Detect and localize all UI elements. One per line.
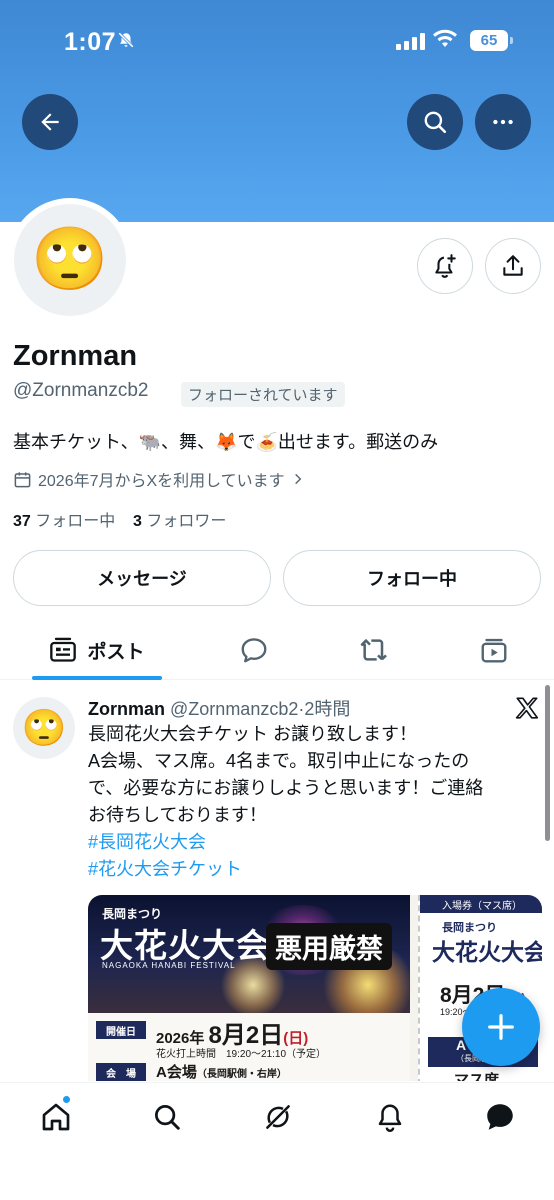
ticket-venue: A会場（長岡駅側・右岸） <box>156 1061 287 1081</box>
tab-posts[interactable]: ポスト <box>32 622 162 678</box>
video-icon <box>481 638 507 663</box>
ticket-venue-name: A会場 <box>156 1064 197 1081</box>
compose-button[interactable] <box>462 988 540 1066</box>
profile-handle: @Zornmanzcb2 <box>13 380 149 401</box>
follows-you-badge: フォローされています <box>181 382 345 407</box>
nav-notifications[interactable] <box>370 1097 410 1137</box>
repost-icon <box>360 638 387 661</box>
tab-reposts[interactable] <box>344 622 404 678</box>
nav-explore[interactable] <box>147 1097 187 1137</box>
active-tab-indicator <box>32 676 162 680</box>
wifi-icon <box>432 29 458 54</box>
notifications-subscribe-button[interactable] <box>417 238 473 294</box>
share-icon <box>503 255 523 276</box>
back-button[interactable] <box>22 94 78 150</box>
posts-icon <box>50 637 77 662</box>
following-count: 37 <box>13 513 31 530</box>
display-name: Zornman <box>13 340 138 372</box>
home-unread-dot <box>62 1095 71 1104</box>
battery-tip <box>510 37 513 44</box>
nav-grok[interactable] <box>258 1097 298 1137</box>
bell-plus-icon <box>435 254 456 278</box>
post-avatar[interactable]: 🙄 <box>13 697 75 759</box>
post-header: Zornman @Zornmanzcb2·2時間 <box>88 695 350 721</box>
watermark-label: 悪用厳禁 <box>266 923 392 970</box>
tab-media[interactable] <box>464 622 524 678</box>
post-text: 長岡花火大会チケット お譲り致します！ A会場、マス席。4名まで。取引中止になっ… <box>88 721 538 883</box>
bottom-nav <box>0 1082 554 1200</box>
ticket-venue-detail: （長岡駅側・右岸） <box>196 1069 287 1080</box>
stub-header: 入場券（マス席） <box>420 895 542 913</box>
cellular-signal-icon <box>396 32 425 50</box>
post-line: で、必要な方にお譲りしようと思います！ご連絡 <box>88 778 484 798</box>
chevron-right-icon <box>294 473 302 485</box>
joined-date[interactable]: 2026年7月からXを利用しています <box>13 467 305 491</box>
avatar: 🙄 <box>14 204 126 316</box>
hashtag-link[interactable]: #長岡花火大会 <box>88 829 538 856</box>
followers-link[interactable]: 3 フォロワー <box>133 513 226 530</box>
ticket-fireworks-photo: 長岡まつり 大花火大会 NAGAOKA HANABI FESTIVAL 悪用厳禁 <box>88 895 418 1025</box>
stub-seat: マス席 <box>454 1072 500 1081</box>
share-button[interactable] <box>485 238 541 294</box>
post-line: お待ちしております！ <box>88 805 267 825</box>
post-time: ·2時間 <box>298 699 351 719</box>
ticket-details: 開催日 2026年 8月2日(日) 花火打上時間 19:20～21:10（予定）… <box>88 1013 410 1081</box>
arrow-left-icon <box>41 113 59 131</box>
grok-icon <box>266 1105 290 1129</box>
followers-label: フォロワー <box>146 513 227 530</box>
nav-messages[interactable] <box>480 1097 520 1137</box>
more-button[interactable] <box>475 94 531 150</box>
following-label: フォロー中 <box>35 513 116 530</box>
ellipsis-icon <box>493 119 513 125</box>
following-link[interactable]: 37 フォロー中 <box>13 513 115 530</box>
profile-bio: 基本チケット、🐃、舞、🦊で🍝出せます。郵送のみ <box>13 432 439 452</box>
post-author-handle[interactable]: @Zornmanzcb2 <box>170 699 298 719</box>
plus-icon <box>488 1014 514 1040</box>
scroll-indicator[interactable] <box>545 685 550 841</box>
following-button[interactable]: フォロー中 <box>283 550 541 606</box>
profile-tabs: ポスト <box>0 622 554 680</box>
tab-replies[interactable] <box>224 622 284 678</box>
nav-home[interactable] <box>36 1097 76 1137</box>
reply-icon <box>241 638 267 663</box>
followers-count: 3 <box>133 513 142 530</box>
home-icon <box>42 1103 70 1131</box>
status-time: 1:07 <box>64 28 117 56</box>
message-button[interactable]: メッセージ <box>13 550 271 606</box>
post-line: A会場、マス席。4名まで。取引中止になったの <box>88 751 470 771</box>
ticket-title: 大花火大会 <box>100 926 270 965</box>
hashtag-link[interactable]: #花火大会チケット <box>88 856 538 883</box>
post-line: 長岡花火大会チケット お譲り致します！ <box>88 724 417 744</box>
search-icon <box>424 111 447 134</box>
notifications-icon <box>378 1104 402 1132</box>
ticket-title-en: NAGAOKA HANABI FESTIVAL <box>102 961 236 970</box>
battery-indicator: 65 <box>470 30 508 51</box>
venue-tag: 会 場 <box>96 1063 146 1081</box>
date-tag: 開催日 <box>96 1021 146 1039</box>
bell-slash-icon <box>117 31 135 54</box>
search-button[interactable] <box>407 94 463 150</box>
tab-posts-label: ポスト <box>87 641 145 663</box>
follow-counts: 37 フォロー中 3 フォロワー <box>13 507 226 531</box>
profile-avatar-frame[interactable]: 🙄 <box>8 198 132 322</box>
messages-icon <box>487 1104 513 1130</box>
stub-title: 大花火大会 <box>432 939 542 966</box>
search-icon <box>155 1105 180 1130</box>
ticket-time: 花火打上時間 19:20～21:10（予定） <box>156 1049 327 1060</box>
post-author-name[interactable]: Zornman <box>88 699 165 719</box>
calendar-icon <box>14 471 31 487</box>
status-bar: 1:07 65 <box>0 0 554 80</box>
joined-text: 2026年7月からXを利用しています <box>38 473 285 490</box>
